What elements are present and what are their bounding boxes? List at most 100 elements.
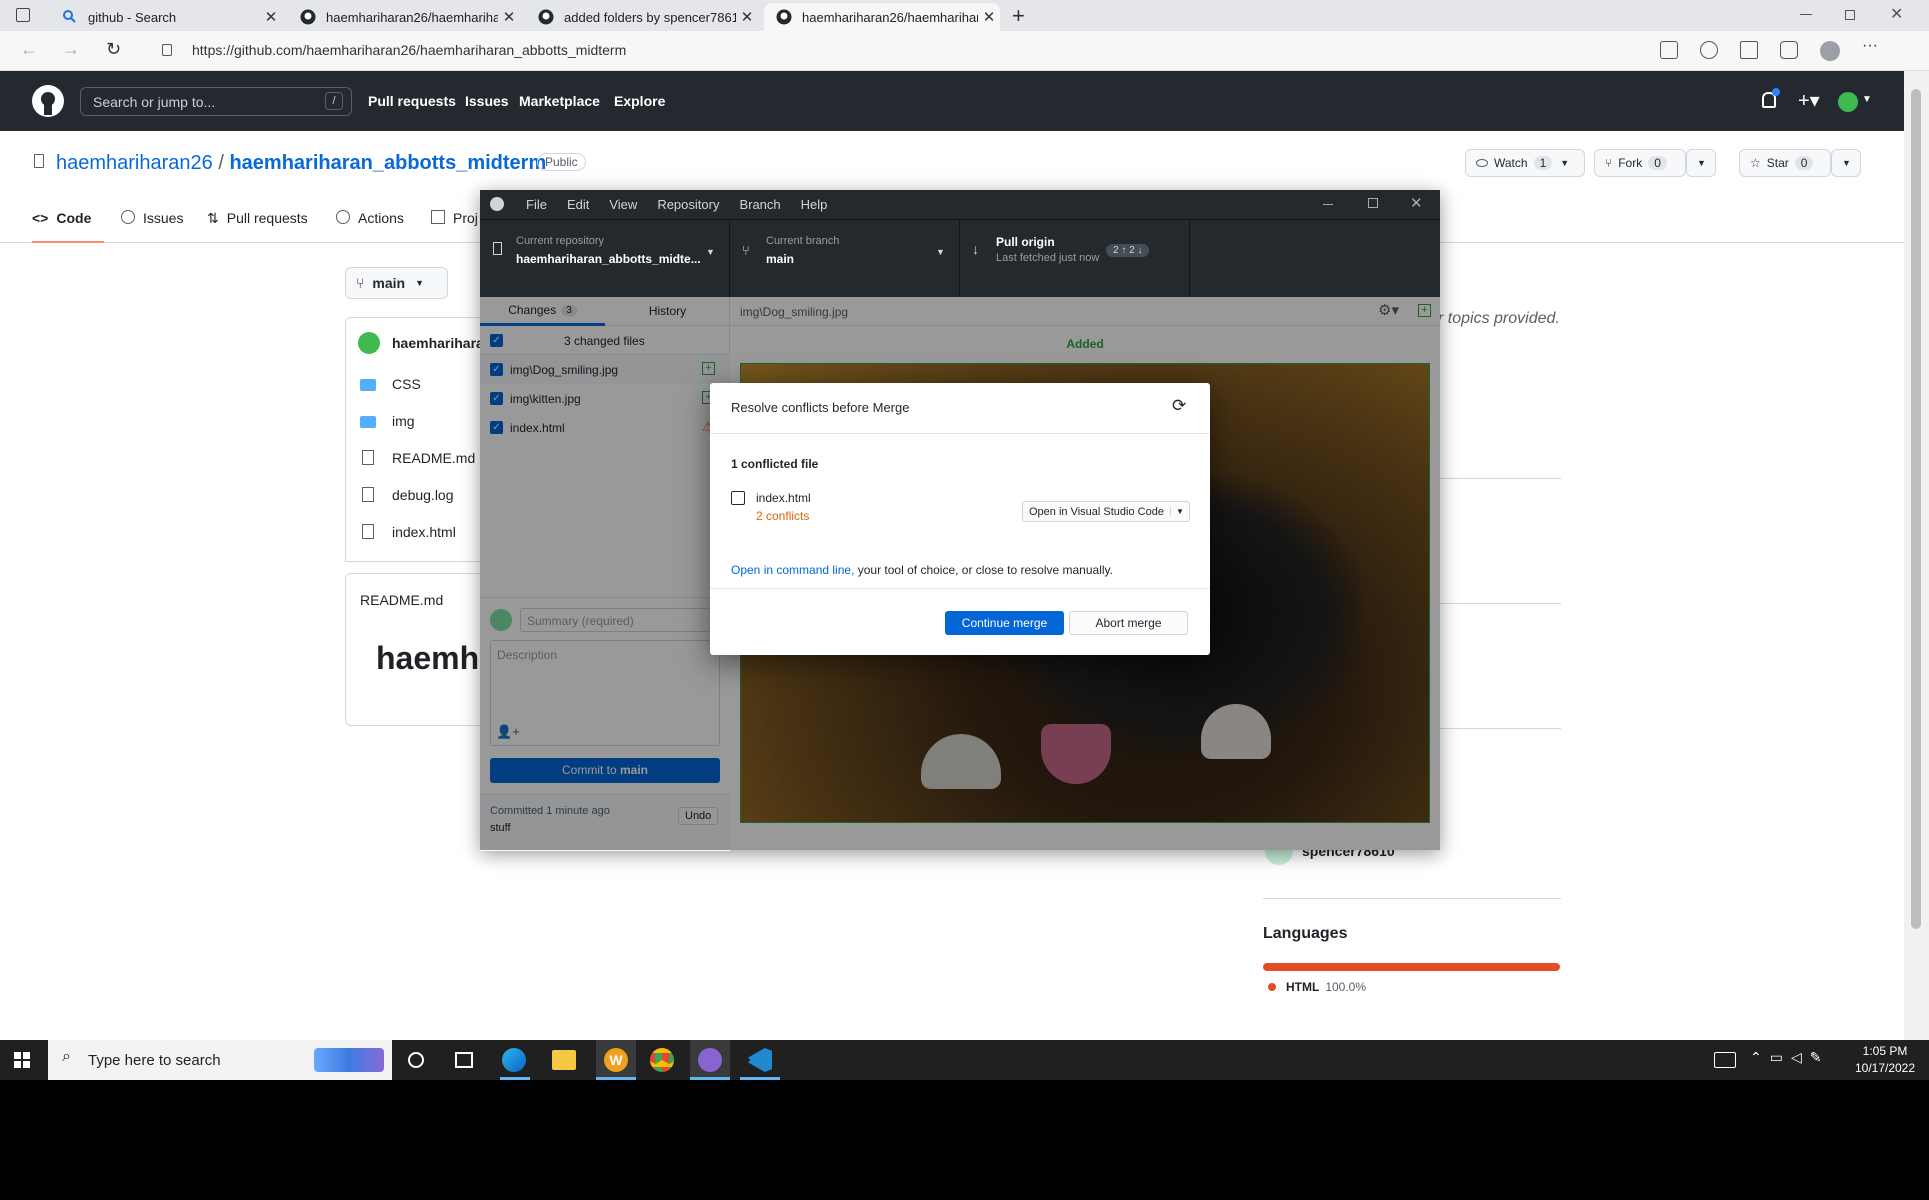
abort-merge-button[interactable]: Abort merge [1069, 611, 1188, 635]
keyboard-icon[interactable] [1714, 1052, 1736, 1068]
refresh-icon[interactable]: ⟳ [1172, 396, 1186, 416]
close-icon[interactable]: ✕ [498, 8, 520, 26]
conflicted-file-name: index.html [756, 491, 811, 505]
close-window-icon[interactable]: ✕ [1890, 4, 1903, 24]
task-view-icon[interactable] [455, 1052, 473, 1068]
maximize-icon[interactable] [1368, 198, 1378, 208]
browser-tab-active[interactable]: haemhariharan26/haemhariharan_abbotts_mi… [764, 3, 1000, 31]
menu-file[interactable]: File [526, 197, 547, 212]
browser-tab-search[interactable]: github - Search ✕ [50, 3, 282, 31]
chevron-down-icon: ▼ [936, 247, 945, 257]
dialog-divider [710, 433, 1210, 434]
tab-projects[interactable]: Proj [431, 210, 478, 226]
fork-button[interactable]: ⑂ Fork 0 [1594, 149, 1686, 177]
page-scrollbar[interactable] [1904, 71, 1929, 1040]
readme-title[interactable]: README.md [360, 592, 443, 608]
close-icon[interactable]: ✕ [978, 8, 1000, 26]
profile-icon[interactable] [1820, 41, 1840, 61]
repo-name-link[interactable]: haemhariharan_abbotts_midterm [229, 152, 546, 174]
tab-actions-icon[interactable] [16, 8, 30, 22]
more-icon[interactable]: ··· [1862, 38, 1880, 59]
nav-explore[interactable]: Explore [614, 93, 665, 109]
favorite-add-icon[interactable] [1700, 41, 1718, 59]
back-icon[interactable]: ← [20, 39, 38, 60]
chrome-icon[interactable] [650, 1048, 674, 1072]
tab-code[interactable]: <> Code [32, 210, 91, 226]
branch-select[interactable]: ⑂ main ▼ [345, 267, 448, 299]
file-row-index[interactable]: index.html [360, 524, 475, 561]
scroll-thumb[interactable] [1911, 89, 1921, 929]
path-separator: / [218, 152, 224, 174]
collections-icon[interactable] [1780, 41, 1798, 59]
pull-origin-button[interactable]: ↓ Pull origin Last fetched just now 2 ↑ … [960, 220, 1190, 298]
cortana-icon[interactable] [408, 1052, 424, 1068]
refresh-icon[interactable]: ↻ [106, 39, 121, 60]
nav-marketplace[interactable]: Marketplace [519, 93, 600, 109]
tab-actions[interactable]: Actions [336, 210, 404, 226]
forward-icon[interactable]: → [62, 39, 80, 60]
open-in-editor-button[interactable]: Open in Visual Studio Code ▼ [1022, 501, 1190, 522]
file-row-img[interactable]: img [360, 413, 475, 450]
app-w-icon[interactable]: W [596, 1040, 636, 1080]
repo-owner-link[interactable]: haemhariharan26 [56, 152, 213, 174]
folder-icon [360, 379, 376, 391]
close-icon[interactable]: ✕ [1410, 194, 1423, 212]
file-row-debuglog[interactable]: debug.log [360, 487, 475, 524]
github-search-input[interactable]: Search or jump to... [80, 87, 352, 116]
create-new-icon[interactable]: +▾ [1798, 88, 1820, 113]
star-button[interactable]: ☆ Star 0 [1739, 149, 1831, 177]
tab-issues[interactable]: Issues [121, 210, 183, 226]
fork-dropdown[interactable]: ▼ [1686, 149, 1716, 177]
url-field[interactable]: https://github.com/haemhariharan26/haemh… [192, 42, 626, 58]
nav-pull-requests[interactable]: Pull requests [368, 93, 456, 109]
menu-branch[interactable]: Branch [739, 197, 780, 212]
close-icon[interactable]: ✕ [736, 8, 758, 26]
repo-icon [493, 242, 502, 255]
chevron-down-icon[interactable]: ▼ [1169, 507, 1189, 516]
browser-tab-repo[interactable]: haemhariharan26/haemhariharan_abbotts_mi… [288, 3, 520, 31]
clock[interactable]: 1:05 PM 10/17/2022 [1850, 1043, 1920, 1077]
issue-icon [121, 210, 135, 224]
minimize-icon[interactable] [1800, 14, 1812, 15]
explorer-icon[interactable] [552, 1050, 576, 1070]
restore-icon[interactable] [1845, 10, 1855, 20]
file-row-readme[interactable]: README.md [360, 450, 475, 487]
vscode-icon[interactable] [748, 1048, 772, 1072]
star-dropdown[interactable]: ▼ [1831, 149, 1861, 177]
read-aloud-icon[interactable] [1660, 41, 1678, 59]
star-icon: ☆ [1750, 156, 1761, 170]
current-branch[interactable]: ⑂ Current branch main ▼ [730, 220, 960, 298]
menu-repository[interactable]: Repository [657, 197, 719, 212]
favorites-icon[interactable] [1740, 41, 1758, 59]
continue-merge-button[interactable]: Continue merge [945, 611, 1064, 635]
menu-view[interactable]: View [609, 197, 637, 212]
tray-icons[interactable]: ⌃▭◁✎ [1750, 1049, 1829, 1066]
nav-issues[interactable]: Issues [465, 93, 509, 109]
commit-author-avatar [358, 332, 380, 354]
menu-edit[interactable]: Edit [567, 197, 589, 212]
avatar-dropdown-icon[interactable]: ▼ [1862, 94, 1872, 105]
github-logo-icon[interactable] [32, 85, 64, 117]
desktop-menubar: File Edit View Repository Branch Help ✕ [480, 190, 1440, 219]
close-icon[interactable]: ✕ [260, 8, 282, 26]
tab-pull-requests[interactable]: ⇅ Pull requests [207, 210, 308, 227]
minimize-icon[interactable] [1323, 204, 1333, 205]
search-icon: ⌕ [62, 1048, 71, 1065]
taskbar-search[interactable]: ⌕ Type here to search [48, 1040, 392, 1080]
user-avatar[interactable] [1838, 92, 1858, 112]
edge-icon[interactable] [502, 1048, 526, 1072]
current-repository[interactable]: Current repository haemhariharan_abbotts… [480, 220, 730, 298]
ahead-behind-badge: 2 ↑ 2 ↓ [1106, 244, 1150, 257]
menu-help[interactable]: Help [801, 197, 828, 212]
commit-author[interactable]: haemharihara [392, 335, 484, 351]
file-row-css[interactable]: CSS [360, 376, 475, 413]
dialog-divider [710, 588, 1210, 589]
watch-button[interactable]: Watch 1 ▼ [1465, 149, 1585, 177]
github-icon [776, 9, 792, 25]
new-tab-icon[interactable]: + [1012, 3, 1025, 29]
start-icon[interactable] [14, 1052, 30, 1068]
language-legend[interactable]: HTML 100.0% [1268, 980, 1366, 994]
github-desktop-taskbar-icon[interactable] [690, 1040, 730, 1080]
browser-tab-pr[interactable]: added folders by spencer78610 ✕ [526, 3, 758, 31]
open-command-line-link[interactable]: Open in command line, [731, 563, 854, 577]
